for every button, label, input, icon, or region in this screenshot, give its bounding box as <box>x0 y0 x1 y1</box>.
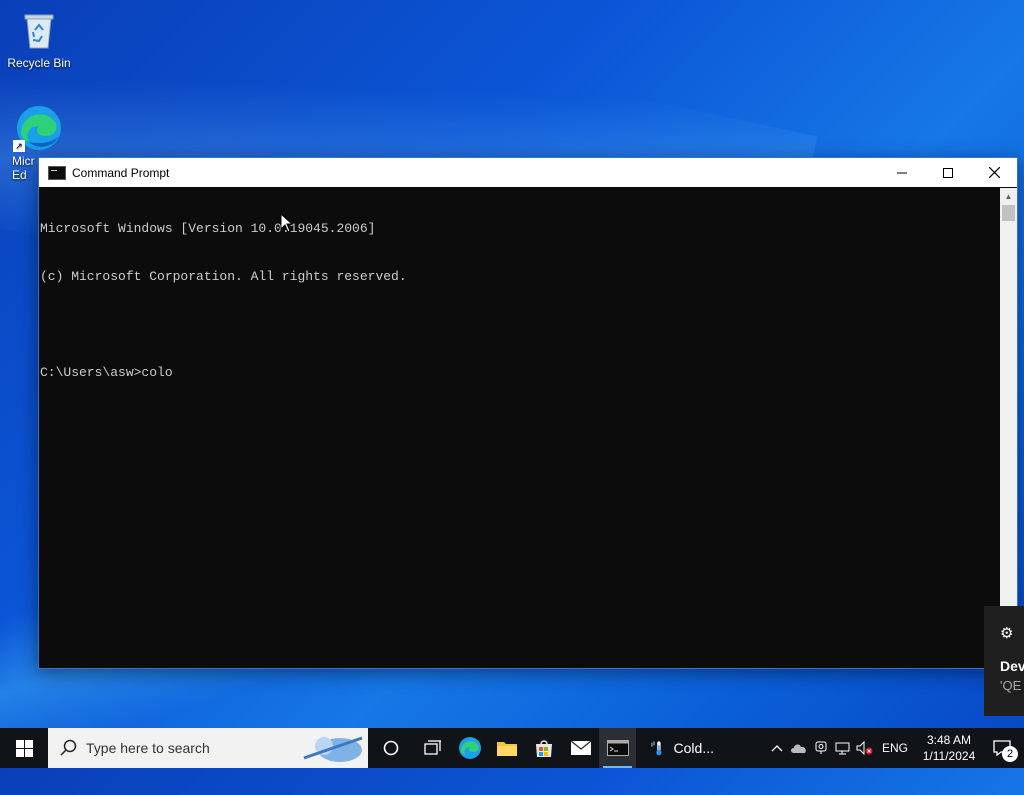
volume-muted-icon[interactable] <box>854 728 876 768</box>
edge-icon <box>458 737 481 759</box>
desktop-icon-label: Recycle Bin <box>7 56 71 70</box>
close-icon <box>988 167 1000 178</box>
window-title: Command Prompt <box>72 165 170 180</box>
minimize-button[interactable] <box>879 158 925 187</box>
close-button[interactable] <box>971 158 1017 187</box>
toast-title: Dev <box>1000 658 1024 674</box>
command-prompt-icon <box>606 740 629 756</box>
onedrive-cloud-icon[interactable] <box>788 728 810 768</box>
taskbar-store-button[interactable] <box>525 728 562 768</box>
desktop-icon-recycle-bin[interactable]: Recycle Bin <box>1 6 77 70</box>
thermometer-icon <box>651 741 662 756</box>
scrollbar-thumb[interactable] <box>1002 205 1015 221</box>
taskbar: Type here to search Cold... ENG 3:48 AM … <box>0 728 1024 768</box>
search-placeholder: Type here to search <box>86 740 210 756</box>
taskbar-file-explorer-button[interactable] <box>488 728 525 768</box>
weather-label: Cold... <box>673 740 714 756</box>
command-prompt-icon <box>48 165 66 180</box>
edge-icon: ↗ <box>13 104 63 152</box>
action-center-button[interactable]: 2 <box>980 728 1024 768</box>
taskbar-command-prompt-button[interactable] <box>599 728 636 768</box>
vertical-scrollbar[interactable]: ▲ <box>1000 188 1017 668</box>
window-titlebar[interactable]: Command Prompt <box>39 158 1017 187</box>
recycle-bin-icon <box>15 6 63 54</box>
start-button[interactable] <box>0 728 48 768</box>
notification-toast[interactable]: ⚙ Dev 'QE <box>984 606 1024 716</box>
cortana-button[interactable] <box>368 728 414 768</box>
store-icon <box>535 740 552 757</box>
maximize-icon <box>943 167 953 178</box>
task-view-button[interactable] <box>414 728 451 768</box>
search-highlight-image-icon <box>303 736 363 762</box>
taskbar-mail-button[interactable] <box>562 728 599 768</box>
minimize-icon <box>897 172 907 173</box>
search-icon <box>60 739 77 756</box>
show-hidden-icons-chevron-up-icon[interactable] <box>766 728 788 768</box>
gear-icon: ⚙ <box>1000 625 1014 642</box>
console-prompt-line: C:\Users\asw>colo <box>40 365 173 380</box>
webcam-icon[interactable] <box>810 728 832 768</box>
cortana-circle-icon <box>383 740 399 756</box>
clock-time: 3:48 AM <box>926 733 972 747</box>
command-prompt-window[interactable]: Command Prompt Microsoft Windows [Versio… <box>38 157 1018 669</box>
clock-date: 1/11/2024 <box>922 749 976 763</box>
mail-icon <box>570 740 591 755</box>
system-tray: ENG 3:48 AM 1/11/2024 2 <box>766 728 1024 768</box>
folder-icon <box>496 742 517 756</box>
taskbar-edge-button[interactable] <box>451 728 488 768</box>
taskbar-clock[interactable]: 3:48 AM 1/11/2024 <box>918 732 980 764</box>
maximize-button[interactable] <box>925 158 971 187</box>
console-line: (c) Microsoft Corporation. All rights re… <box>40 269 407 284</box>
weather-widget[interactable]: Cold... <box>636 728 714 768</box>
input-language-indicator[interactable]: ENG <box>876 728 914 768</box>
windows-logo-icon <box>15 739 33 757</box>
scroll-up-arrow-icon[interactable]: ▲ <box>1000 188 1017 205</box>
notification-count-badge: 2 <box>1002 746 1018 762</box>
console-output[interactable]: Microsoft Windows [Version 10.0.19045.20… <box>39 188 1001 668</box>
console-line: Microsoft Windows [Version 10.0.19045.20… <box>40 221 376 236</box>
taskbar-search-box[interactable]: Type here to search <box>48 728 368 768</box>
task-view-icon <box>423 740 441 755</box>
mouse-cursor-icon <box>280 213 294 233</box>
toast-body: 'QE <box>1000 678 1022 693</box>
network-icon[interactable] <box>832 728 854 768</box>
